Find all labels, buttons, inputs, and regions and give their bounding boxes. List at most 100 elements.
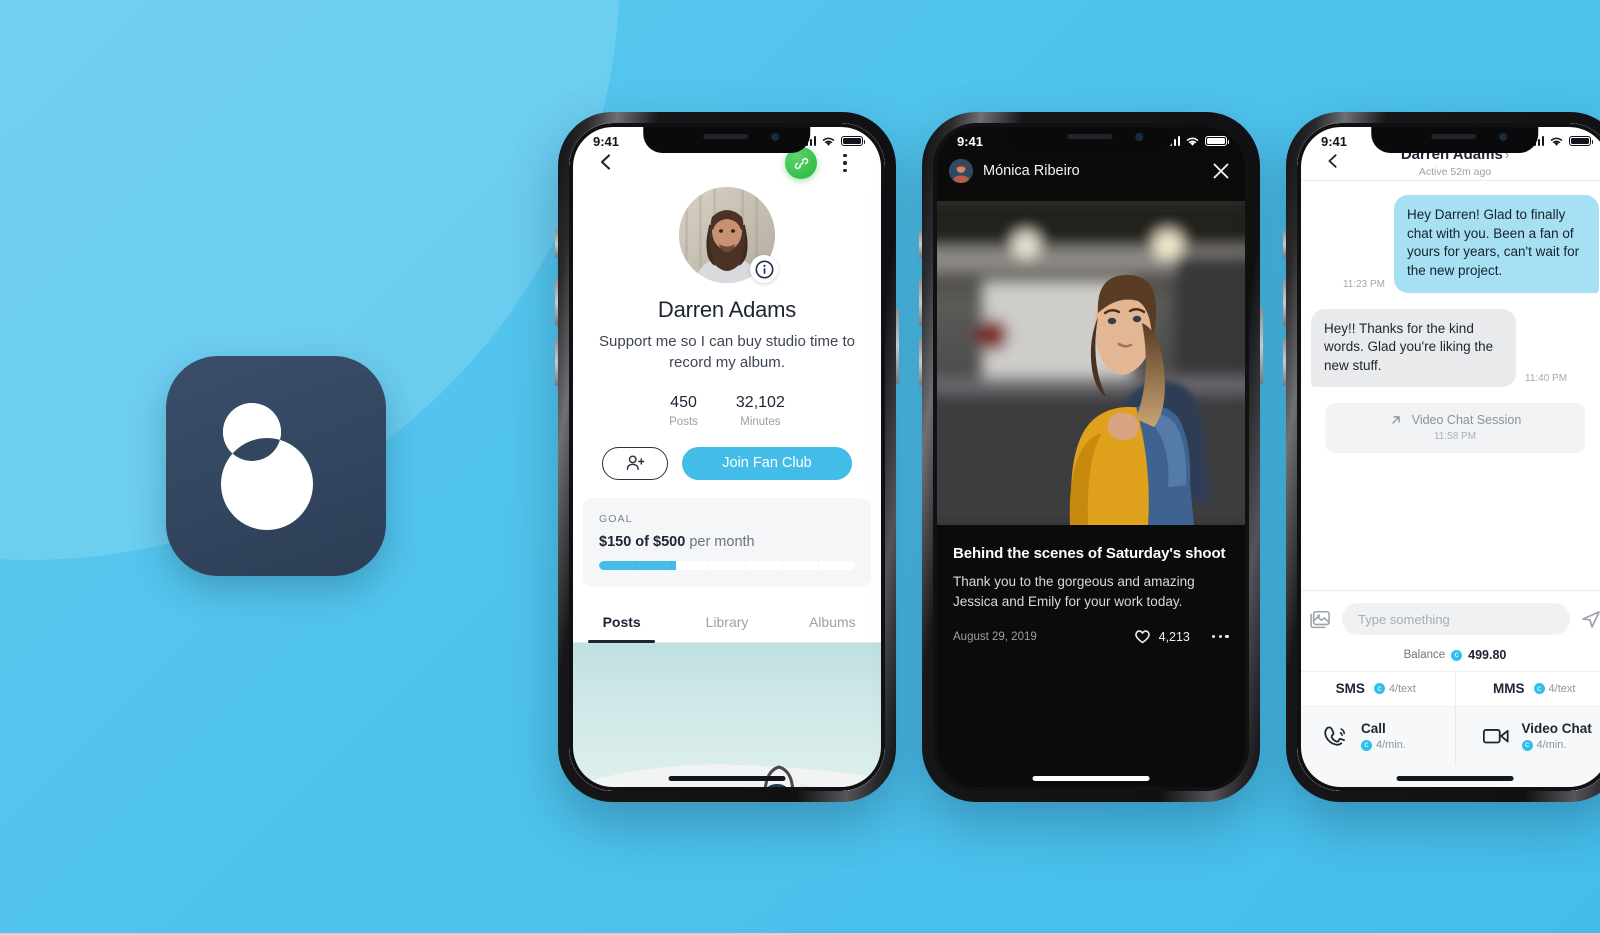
stat-value: 32,102 [735,393,785,411]
like-count: 4,213 [1158,629,1190,644]
earpiece-speaker [1431,134,1477,139]
post-text: Thank you to the gorgeous and amazing Je… [953,574,1195,609]
session-label: Video Chat Session [1411,413,1522,428]
post-title: Behind the scenes of Saturday's shoot [953,545,1226,562]
stat-label: Minutes [740,415,781,428]
stat-posts: 450 Posts [669,394,698,428]
profile-feed[interactable] [569,642,885,791]
stat-minutes: 32,102 Minutes [736,394,785,428]
video-chat-button[interactable]: Video Chat 4/min. [1454,707,1600,765]
volume-up-button[interactable] [1283,278,1286,326]
stat-value: 450 [670,393,697,411]
app-icon-logo [166,356,386,576]
mute-switch[interactable] [919,230,922,258]
goal-card: GOAL $150 of $500 per month [583,497,871,587]
tab-posts[interactable]: Posts [569,603,674,643]
earpiece-speaker [1067,134,1113,139]
profile-bio: Support me so I can buy studio time to r… [599,333,855,372]
battery-icon [1569,135,1594,147]
volume-up-button[interactable] [919,278,922,326]
post-body: Behind the scenes of Saturday's shoot Th… [933,525,1249,644]
heart-icon [1134,630,1150,644]
profile-stats: 450 Posts 32,102 Minutes [569,394,885,428]
tab-albums[interactable]: Albums [780,603,885,642]
device-notch [1007,123,1175,153]
chat-message-row: 11:23 PM Hey Darren! Glad to finally cha… [1311,195,1599,293]
post-header: Mónica Ribeiro [933,153,1249,189]
more-dots-icon[interactable] [1211,634,1229,639]
volume-down-button[interactable] [919,338,922,386]
woman-in-yellow-shirt-photo [933,201,1249,525]
join-fan-club-button[interactable]: Join Fan Club [682,446,852,480]
profile-actions: Join Fan Club [569,446,885,480]
goal-period: per month [689,533,755,550]
chat-composer [1297,590,1600,644]
phone-profile-screen: 9:41 Darren Adams Support me so I can bu… [555,112,899,802]
front-camera [1134,133,1143,141]
balance-row: Balance 499.80 [1297,644,1600,671]
add-person-icon[interactable] [602,446,669,480]
rates-row: SMS 4/text MMS 4/text [1297,671,1600,706]
home-indicator[interactable] [1396,776,1514,781]
like-button[interactable]: 4,213 [1134,629,1190,644]
avatar[interactable] [949,159,973,183]
close-icon[interactable] [1211,161,1231,181]
home-indicator[interactable] [668,776,786,781]
message-input[interactable] [1342,603,1570,635]
status-time: 9:41 [593,133,620,149]
message-timestamp: 11:40 PM [1525,373,1568,385]
logo-mark [166,356,386,576]
power-button[interactable] [896,308,899,384]
wifi-icon [822,137,835,146]
volume-up-button[interactable] [555,278,558,326]
call-button[interactable]: Call 4/min. [1297,707,1455,765]
send-icon[interactable] [1581,609,1600,629]
rate-mms[interactable]: MMS 4/text [1454,672,1600,706]
page-title: Darren Adams [657,297,797,322]
chat-presence: Active 52m ago [1418,165,1492,178]
video-camera-icon [1482,729,1509,744]
arrow-up-right-icon [1391,416,1400,425]
status-time: 9:41 [1321,133,1348,149]
coin-icon [1533,683,1545,694]
balance-label: Balance [1403,649,1446,661]
earpiece-speaker [703,134,749,139]
rate-sms[interactable]: SMS 4/text [1297,672,1455,706]
post-photo[interactable] [933,201,1249,525]
post-meta: August 29, 2019 4,213 [953,629,1229,644]
chat-bubble-outgoing[interactable]: Hey Darren! Glad to finally chat with yo… [1394,195,1599,293]
volume-down-button[interactable] [1283,338,1286,386]
session-time: 11:58 PM [1433,431,1477,443]
device-notch [643,123,811,153]
chat-thread[interactable]: 11:23 PM Hey Darren! Glad to finally cha… [1297,181,1600,590]
rate-price: 4/text [1548,682,1576,695]
mute-switch[interactable] [555,230,558,258]
call-actions-row: Call 4/min. Video Chat 4/min. [1297,706,1600,765]
front-camera [770,133,779,141]
action-price: 4/min. [1536,739,1567,751]
post-author-name: Mónica Ribeiro [983,163,1080,179]
image-icon[interactable] [1309,609,1331,629]
info-icon[interactable] [750,255,778,283]
volume-down-button[interactable] [555,338,558,386]
mute-switch[interactable] [1283,230,1286,258]
action-label: Video Chat [1521,721,1592,736]
goal-current: $150 [599,533,632,550]
goal-of-word: of [635,533,649,550]
coin-icon [1373,683,1385,694]
back-chevron-icon[interactable] [597,153,615,171]
coin-icon [1521,739,1533,751]
action-label: Call [1361,721,1386,736]
chat-message-row: Hey!! Thanks for the kind words. Glad yo… [1311,308,1599,388]
front-camera [1498,133,1507,141]
video-chat-session-card[interactable]: Video Chat Session 11:58 PM [1325,403,1585,454]
kebab-menu-icon[interactable] [837,149,853,177]
goal-progress-bar [599,560,855,570]
avatar[interactable] [679,187,778,283]
power-button[interactable] [1260,308,1263,384]
tab-library[interactable]: Library [674,603,779,642]
phone-icon [1324,726,1346,746]
chat-bubble-incoming[interactable]: Hey!! Thanks for the kind words. Glad yo… [1311,308,1516,388]
home-indicator[interactable] [1032,776,1150,781]
back-chevron-icon[interactable] [1325,153,1341,169]
